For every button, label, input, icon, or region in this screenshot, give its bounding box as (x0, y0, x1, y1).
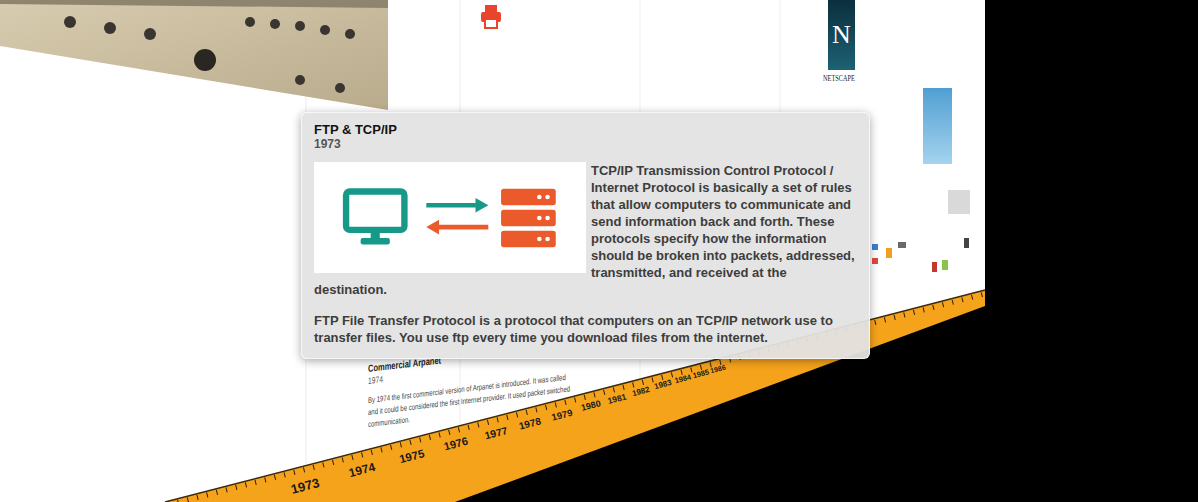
netscape-wordmark: NETSCAPE (823, 74, 855, 83)
year-label: 1976 (443, 436, 469, 453)
year-label: 1980 (580, 399, 602, 413)
year-label: 1973 (289, 476, 320, 496)
timeline-stage: N NETSCAPE 1973 1974 1975 1976 1977 1978 1979 1… (0, 0, 1198, 502)
year-label: 1984 (674, 374, 692, 385)
year-label: 1979 (551, 407, 574, 421)
tooltip-body: TCP/IP Transmission Control Protocol / I… (314, 162, 857, 346)
tooltip-year: 1973 (314, 137, 857, 152)
year-label: 1975 (398, 448, 426, 466)
cloud-picture (923, 88, 952, 164)
netscape-letter: N (832, 22, 851, 48)
year-label: 1981 (607, 392, 627, 405)
year-label: 1978 (518, 416, 542, 431)
printer-icon (480, 4, 502, 30)
year-label: 1982 (631, 386, 650, 398)
logo-cluster (868, 232, 980, 294)
year-label: 1985 (692, 368, 710, 379)
netscape-logo: N (828, 0, 855, 70)
event-tooltip: FTP & TCP/IP 1973 (301, 112, 870, 359)
tooltip-image (314, 162, 586, 273)
year-label: 1986 (710, 363, 727, 374)
file-transfer-icon (340, 187, 560, 249)
year-label: 1977 (483, 425, 508, 441)
year-label: 1974 (348, 461, 377, 479)
machine-photo (0, 0, 390, 112)
year-label: 1983 (653, 379, 672, 391)
tooltip-title: FTP & TCP/IP (314, 122, 857, 137)
tooltip-paragraph: FTP File Transfer Protocol is a protocol… (314, 312, 857, 346)
